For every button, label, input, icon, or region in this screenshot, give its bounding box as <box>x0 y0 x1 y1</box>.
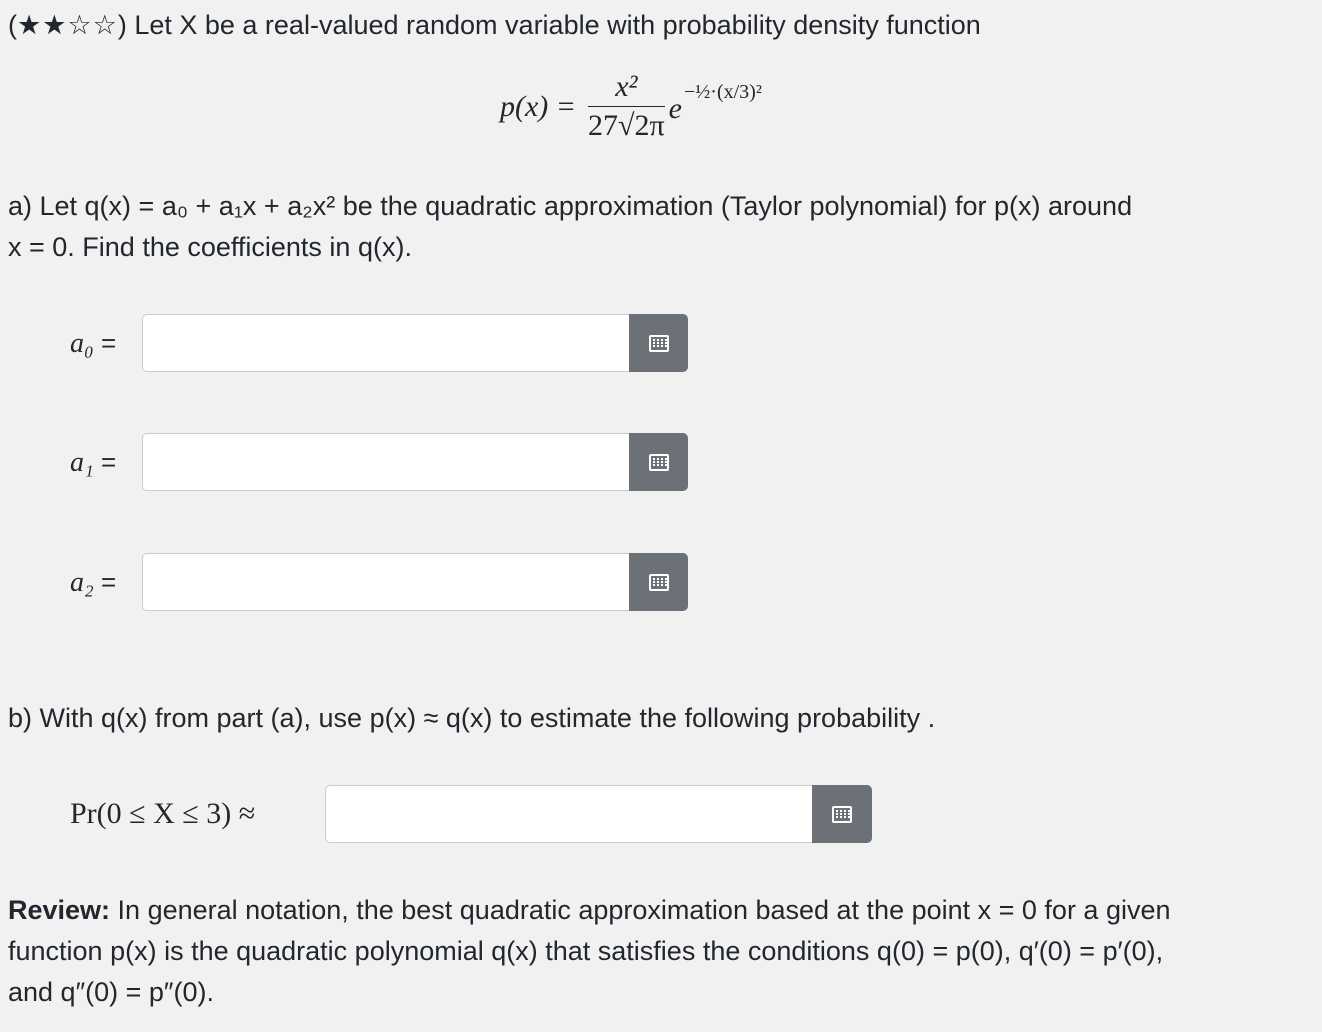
formula-numerator: x² <box>615 70 638 103</box>
keyboard-icon <box>648 453 669 471</box>
a1-input[interactable] <box>142 433 630 491</box>
a1-label: a₁ = <box>70 447 117 478</box>
difficulty-stars: ★★☆☆ <box>17 10 118 40</box>
probability-input[interactable] <box>325 785 813 843</box>
question-intro: (★★☆☆) Let X be a real-valued random var… <box>8 10 981 40</box>
keyboard-icon <box>648 334 669 352</box>
review-line1: Review: In general notation, the best qu… <box>8 892 1171 928</box>
density-formula: p(x) = x² 27√2π e −½·(x/3)² <box>500 70 762 143</box>
formula-exponent: −½·(x/3)² <box>684 81 762 103</box>
a1-symbol: a₁ <box>70 447 94 478</box>
keyboard-icon <box>648 573 669 591</box>
probability-label: Pr(0 ≤ X ≤ 3) ≈ <box>70 796 255 832</box>
a0-input[interactable] <box>142 314 630 372</box>
review-line3: and q″(0) = p″(0). <box>8 977 214 1007</box>
review-heading: Review: <box>8 895 111 925</box>
a0-label: a₀ = <box>70 328 117 359</box>
keyboard-icon <box>832 805 852 823</box>
probability-expression: Pr(0 ≤ X ≤ 3) ≈ <box>70 797 256 830</box>
review-line2: function p(x) is the quadratic polynomia… <box>8 936 1164 966</box>
formula-denominator: 27√2π <box>588 109 665 142</box>
fraction-bar <box>588 106 665 107</box>
a2-label: a₂ = <box>70 567 117 598</box>
part-a-line2: x = 0. Find the coefficients in q(x). <box>8 232 412 262</box>
part-b-line: b) With q(x) from part (a), use p(x) ≈ q… <box>8 703 936 733</box>
a0-symbol: a₀ <box>70 328 94 359</box>
a2-input[interactable] <box>142 553 630 611</box>
a0-keyboard-button[interactable] <box>629 314 688 372</box>
a2-symbol: a₂ <box>70 567 94 598</box>
a2-keyboard-button[interactable] <box>629 553 688 611</box>
a1-keyboard-button[interactable] <box>629 433 688 491</box>
probability-keyboard-button[interactable] <box>812 785 872 843</box>
formula-exp-base: e <box>668 91 682 125</box>
formula-fraction: x² 27√2π <box>588 70 665 143</box>
formula-lhs: p(x) = <box>500 89 577 123</box>
review-text-1: In general notation, the best quadratic … <box>110 895 1171 925</box>
part-a-line1: a) Let q(x) = a₀ + a₁x + a₂x² be the qua… <box>8 191 1133 221</box>
intro-text: Let X be a real-valued random variable w… <box>134 10 981 40</box>
